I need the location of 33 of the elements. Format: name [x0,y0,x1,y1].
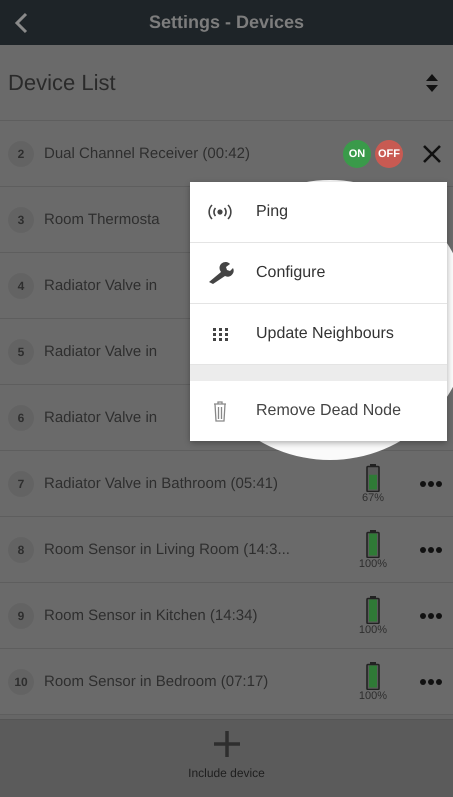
more-icon[interactable] [419,480,443,488]
menu-item[interactable]: Ping [190,182,447,243]
on-button[interactable]: ON [343,140,371,168]
device-name[interactable]: Room Thermosta [44,211,160,228]
device-name[interactable]: Room Sensor in Kitchen (14:34) [44,607,258,624]
battery-icon [366,596,380,624]
device-name[interactable]: Radiator Valve in [44,343,158,360]
menu-item[interactable]: Remove Dead Node [190,381,447,441]
more-icon[interactable] [419,612,443,620]
device-name[interactable]: Radiator Valve in [44,409,158,426]
battery-percent: 100% [358,690,388,702]
include-device-label[interactable]: Include device [188,766,265,780]
device-name[interactable]: Radiator Valve in Bathroom (05:41) [44,475,278,492]
device-name[interactable]: Room Sensor in Living Room (14:3... [44,541,290,558]
more-icon[interactable] [419,546,443,554]
list-title: Device List [8,70,116,96]
device-name[interactable]: Room Sensor in Bedroom (07:17) [44,673,268,690]
battery-percent: 100% [358,558,388,570]
device-name[interactable]: Radiator Valve in [44,277,158,294]
more-icon[interactable] [419,678,443,686]
battery-icon [366,530,380,558]
sort-icon[interactable] [425,72,439,94]
off-button[interactable]: OFF [375,140,403,168]
battery-percent: 100% [358,624,388,636]
battery-percent: 67% [362,492,384,504]
close-icon[interactable] [421,142,443,164]
battery-icon [366,464,380,492]
battery-icon [366,662,380,690]
menu-item[interactable]: Configure [190,243,447,304]
page-title: Settings - Devices [148,12,306,33]
plus-icon[interactable] [212,730,240,758]
back-icon[interactable] [14,12,28,34]
device-name[interactable]: Dual Channel Receiver (00:42) [44,145,250,162]
